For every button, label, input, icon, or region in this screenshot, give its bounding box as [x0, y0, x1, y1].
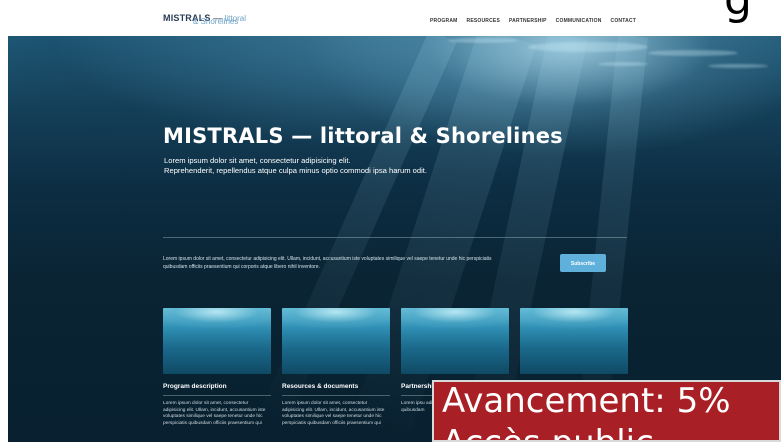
card-title: Resources & documents	[282, 383, 359, 390]
nav-partnership[interactable]: PARTNERSHIP	[509, 18, 547, 24]
hero-divider	[163, 237, 627, 238]
subscribe-button[interactable]: Subscribe	[560, 254, 606, 272]
main-nav: PROGRAM RESOURCES PARTNERSHIP COMMUNICAT…	[430, 18, 636, 24]
card-communication[interactable]	[520, 308, 628, 389]
card-title: Program description	[163, 383, 227, 390]
card-divider	[282, 395, 390, 396]
site-header: MISTRALS — littoral & Shorelines PROGRAM…	[0, 0, 781, 36]
logo-sub-text-2: & Shorelines	[193, 17, 239, 26]
hero-subtitle-line2: Reprehenderit, repellendus atque culpa m…	[164, 166, 427, 175]
nav-communication[interactable]: COMMUNICATION	[556, 18, 602, 24]
site-logo[interactable]: MISTRALS — littoral & Shorelines	[163, 9, 246, 26]
nav-program[interactable]: PROGRAM	[430, 18, 458, 24]
water-ripple	[708, 64, 768, 68]
card-image	[282, 308, 390, 374]
card-image	[520, 308, 628, 374]
intro-text: Lorem ipsum dolor sit amet, consectetur …	[163, 256, 492, 270]
card-text: Lorem ipsum dolor sit amet, consectetur …	[282, 401, 385, 426]
card-resources[interactable]: Resources & documents Lorem ipsum dolor …	[282, 308, 390, 427]
card-image	[163, 308, 271, 374]
water-ripple	[648, 50, 738, 56]
nav-contact[interactable]: CONTACT	[611, 18, 636, 24]
water-ripple	[528, 42, 648, 52]
card-image	[401, 308, 509, 374]
hero-subtitle: Lorem ipsum dolor sit amet, consectetur …	[164, 156, 427, 176]
hero-title: MISTRALS — littoral & Shorelines	[163, 124, 563, 148]
status-overlay: Avancement: 5% Accès public	[432, 380, 781, 442]
card-text: Lorem ipsum dolor sit amet, consectetur …	[163, 401, 266, 426]
nav-resources[interactable]: RESOURCES	[467, 18, 500, 24]
hero-subtitle-line1: Lorem ipsum dolor sit amet, consectetur …	[164, 156, 351, 165]
water-ripple	[448, 38, 518, 43]
corner-glyph: g	[724, 0, 752, 22]
access-label: Accès public	[442, 426, 654, 440]
card-divider	[163, 395, 271, 396]
card-program[interactable]: Program description Lorem ipsum dolor si…	[163, 308, 271, 427]
progress-label: Avancement: 5%	[442, 381, 731, 421]
water-ripple	[598, 62, 648, 66]
